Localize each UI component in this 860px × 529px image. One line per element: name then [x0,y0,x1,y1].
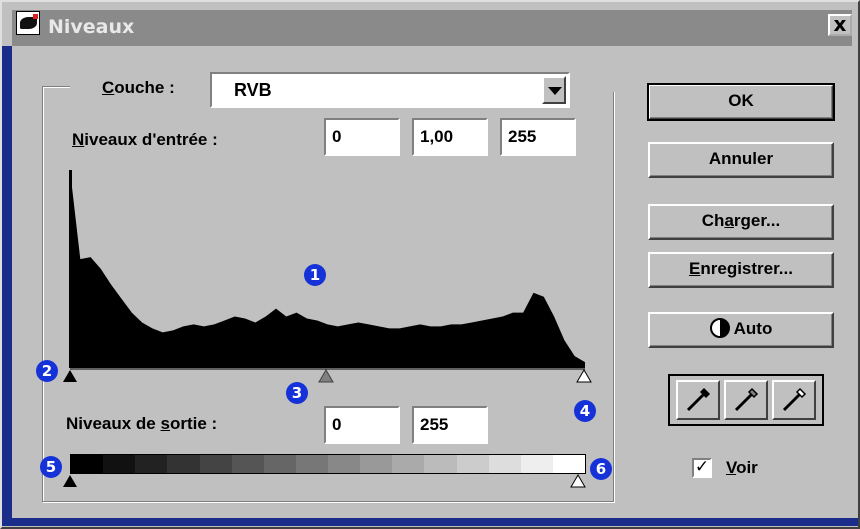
gradient-segment [199,455,232,473]
preview-text: oir [736,458,758,477]
window-frame-bottom [2,518,858,526]
input-levels-label: Niveaux d'entrée : [72,130,218,150]
auto-label: Auto [733,319,773,338]
gradient-segment [552,455,585,473]
preview-checkbox[interactable]: ✓ [692,458,712,478]
input-black-field[interactable] [324,118,400,156]
callout-2: 2 [36,360,58,382]
output-slider-track [63,474,586,488]
histogram-spike [69,170,72,368]
callout-4: 4 [574,400,596,422]
auto-button[interactable]: Auto [648,312,834,348]
channel-select[interactable]: RVB [210,72,570,108]
gradient-segment [231,455,264,473]
window-title: Niveaux [48,16,135,38]
gradient-segment [135,455,168,473]
input-black-slider[interactable] [63,370,77,382]
load-mnemonic: a [724,211,734,230]
eyedropper-group [668,374,824,426]
output-black-field[interactable] [324,406,400,444]
preview-label: Voir [726,458,758,478]
cancel-button[interactable]: Annuler [648,142,834,178]
gradient-segment [295,455,328,473]
input-levels-mnemonic: N [72,130,85,149]
input-white-slider[interactable] [576,369,592,383]
load-text-a: Ch [701,211,725,230]
levels-dialog: Niveaux x Couche : RVB Niveaux d'entrée … [0,0,860,529]
histogram-area [70,170,585,368]
output-levels-mnemonic: s [160,414,170,433]
load-button[interactable]: Charger... [648,204,834,240]
callout-1: 1 [304,264,326,286]
ok-button[interactable]: OK [647,83,835,121]
gradient-segment [167,455,200,473]
channel-label-mnemonic: C [102,78,115,97]
save-text: nregistrer... [700,259,793,278]
output-black-slider[interactable] [63,475,77,487]
channel-value: RVB [234,80,272,100]
output-gradient-bar [70,454,586,474]
load-text-b: rger... [733,211,781,230]
input-gamma-field[interactable] [412,118,488,156]
output-white-field[interactable] [412,406,488,444]
close-button[interactable]: x [828,14,852,36]
gradient-segment [328,455,361,473]
title-bar[interactable] [12,10,852,46]
gradient-segment [520,455,553,473]
output-levels-label: Niveaux de sortie : [66,414,217,434]
gradient-segment [103,455,136,473]
input-white-field[interactable] [500,118,576,156]
gradient-segment [392,455,425,473]
white-eyedropper-icon[interactable] [772,380,816,420]
save-mnemonic: E [689,259,701,278]
gradient-segment [71,455,104,473]
save-button[interactable]: Enregistrer... [648,252,834,288]
channel-label-text: ouche : [114,78,175,97]
window-frame-left [2,46,12,524]
output-levels-text-b: ortie : [169,414,218,433]
channel-label: Couche : [102,78,175,98]
black-eyedropper-icon[interactable] [676,380,720,420]
gradient-segment [424,455,457,473]
gradient-segment [263,455,296,473]
callout-3: 3 [286,382,308,404]
gradient-segment [360,455,393,473]
callout-5: 5 [40,456,62,478]
input-gamma-slider[interactable] [318,369,334,383]
input-levels-text: iveaux d'entrée : [84,130,218,149]
histogram-chart[interactable] [62,162,602,392]
gradient-segment [488,455,521,473]
output-white-slider[interactable] [570,474,586,488]
app-icon[interactable] [16,11,40,35]
chevron-down-icon[interactable] [542,76,566,104]
preview-mnemonic: V [726,458,737,477]
output-levels-text-a: Niveaux de [66,414,161,433]
auto-contrast-icon [709,318,730,338]
gradient-segment [456,455,489,473]
gray-eyedropper-icon[interactable] [724,380,768,420]
